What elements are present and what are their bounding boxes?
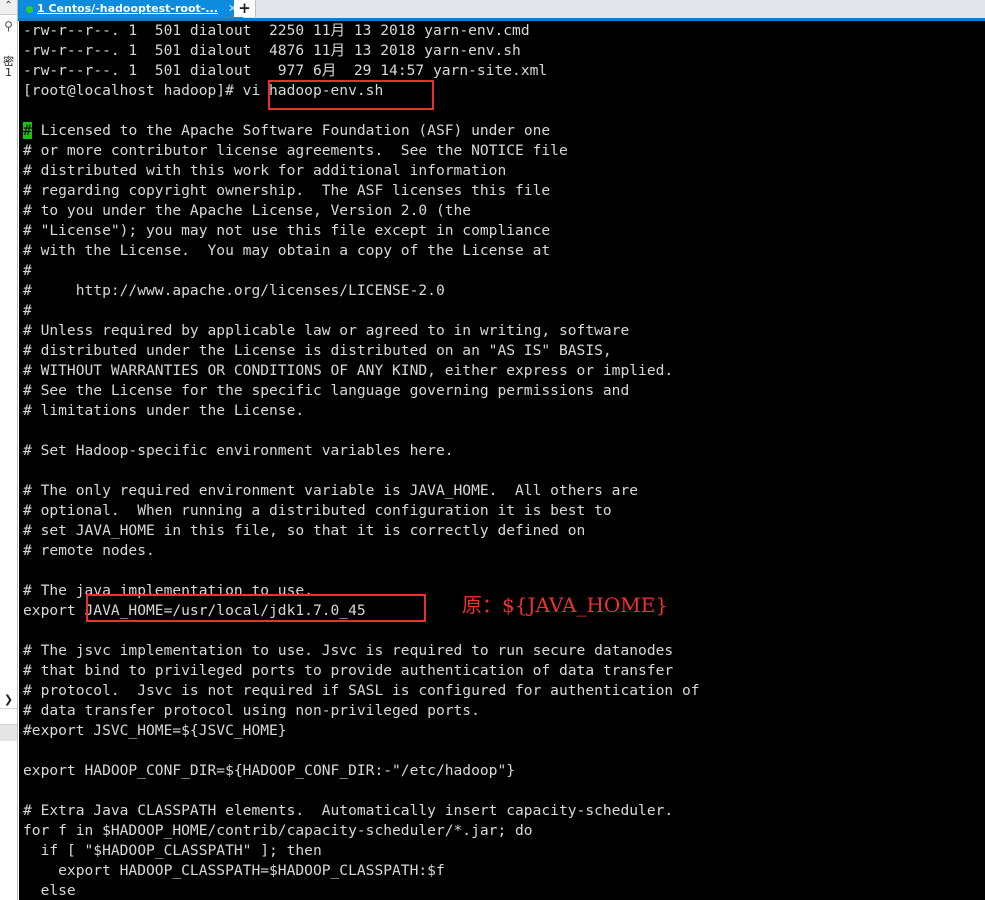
terminal-line: # Licensed to the Apache Software Founda…: [23, 122, 551, 139]
terminal-line: # Unless required by applicable law or a…: [23, 322, 630, 339]
terminal-cursor: #: [23, 122, 32, 139]
terminal-line: # distributed with this work for additio…: [23, 162, 507, 179]
terminal-line: export HADOOP_CONF_DIR=${HADOOP_CONF_DIR…: [23, 762, 516, 779]
terminal-line: -rw-r--r--. 1 501 dialout 977 6月 29 14:5…: [23, 62, 548, 79]
terminal-line: # with the License. You may obtain a cop…: [23, 242, 551, 259]
terminal-line: # remote nodes.: [23, 542, 155, 559]
terminal-line: # regarding copyright ownership. The ASF…: [23, 182, 551, 199]
terminal-line: # limitations under the License.: [23, 402, 305, 419]
terminal-text: -rw-r--r--. 1 501 dialout 2250 11月 13 20…: [23, 21, 700, 900]
tab-session-1[interactable]: 1 Centos/-hadooptest-root-... ✕: [18, 0, 244, 18]
terminal-line: # The only required environment variable…: [23, 482, 639, 499]
collapse-panel-icon[interactable]: ⌃: [0, 0, 17, 15]
terminal-line: if [ "$HADOOP_CLASSPATH" ]; then: [23, 842, 322, 859]
terminal-line: # See the License for the specific langu…: [23, 382, 630, 399]
sidebar-panel-button[interactable]: [0, 725, 17, 741]
terminal-line: [root@localhost hadoop]# vi hadoop-env.s…: [23, 82, 384, 99]
annotation-note-original-value: 原：${JAVA_HOME}: [462, 593, 669, 617]
terminal-line: -rw-r--r--. 1 501 dialout 2250 11月 13 20…: [23, 22, 530, 39]
terminal-line: # protocol. Jsvc is not required if SASL…: [23, 682, 700, 699]
connection-status-dot: [26, 5, 33, 13]
terminal-line: for f in $HADOOP_HOME/contrib/capacity-s…: [23, 822, 533, 839]
terminal-line: # Set Hadoop-specific environment variab…: [23, 442, 454, 459]
terminal-line: # distributed under the License is distr…: [23, 342, 612, 359]
terminal-line: #: [23, 262, 32, 279]
terminal-line: # that bind to privileged ports to provi…: [23, 662, 674, 679]
terminal-app-window: ⌃ ⚲ 密 1 ❯ 1 Centos/-hadooptest-root-... …: [0, 0, 985, 900]
tab-label: 1 Centos/-hadooptest-root-...: [37, 2, 218, 15]
search-icon[interactable]: ⚲: [0, 16, 17, 36]
terminal-line: -rw-r--r--. 1 501 dialout 4876 11月 13 20…: [23, 42, 521, 59]
terminal-line: # http://www.apache.org/licenses/LICENSE…: [23, 282, 445, 299]
tab-bar: 1 Centos/-hadooptest-root-... ✕ +: [18, 0, 985, 18]
terminal-line: # The jsvc implementation to use. Jsvc i…: [23, 642, 674, 659]
terminal-line: # set JAVA_HOME in this file, so that it…: [23, 522, 586, 539]
terminal-line: # to you under the Apache License, Versi…: [23, 202, 472, 219]
left-sidebar: ⌃ ⚲ 密 1 ❯: [0, 0, 18, 900]
sidebar-divider-top: [0, 708, 17, 709]
sidebar-vertical-label[interactable]: 密 1: [0, 56, 17, 78]
terminal-line: else: [23, 882, 76, 899]
terminal-line: # "License"); you may not use this file …: [23, 222, 551, 239]
tab-bar-underline: [18, 18, 985, 21]
sidebar-divider-bottom: [0, 724, 17, 725]
new-tab-button[interactable]: +: [234, 0, 256, 17]
sidebar-vertical-label-char-2: 1: [5, 66, 12, 79]
terminal-line: # Extra Java CLASSPATH elements. Automat…: [23, 802, 674, 819]
terminal-line: # optional. When running a distributed c…: [23, 502, 612, 519]
terminal-line: #: [23, 302, 32, 319]
terminal-line: # or more contributor license agreements…: [23, 142, 568, 159]
expand-panel-icon[interactable]: ❯: [0, 692, 17, 708]
terminal-viewport[interactable]: -rw-r--r--. 1 501 dialout 2250 11月 13 20…: [19, 21, 985, 900]
terminal-line: # data transfer protocol using non-privi…: [23, 702, 480, 719]
terminal-line: # WITHOUT WARRANTIES OR CONDITIONS OF AN…: [23, 362, 674, 379]
terminal-line: export HADOOP_CLASSPATH=$HADOOP_CLASSPAT…: [23, 862, 445, 879]
terminal-line: #export JSVC_HOME=${JSVC_HOME}: [23, 722, 287, 739]
